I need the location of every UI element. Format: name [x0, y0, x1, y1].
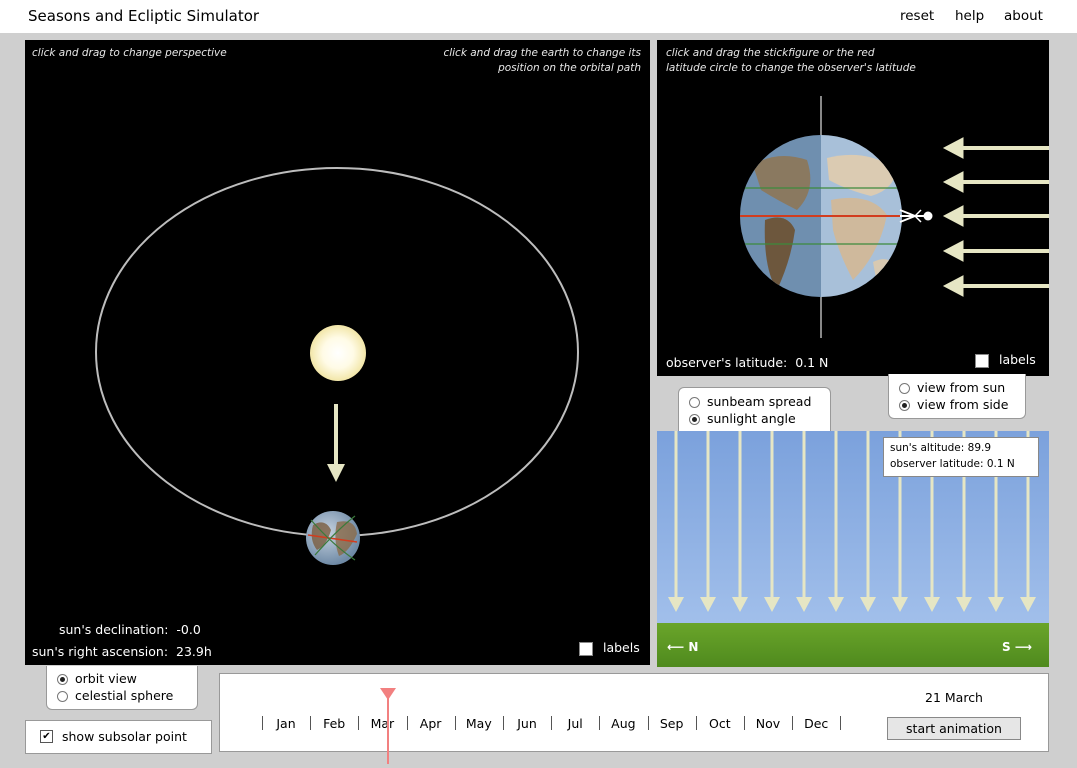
sunlight-angle-panel: sun's altitude: 89.9 observer latitude: … — [657, 431, 1049, 667]
month-timeline[interactable]: Jan Feb Mar Apr May Jun Jul Aug Sep Oct Nov Dec — [220, 674, 1050, 753]
sunbeam-arrowhead — [988, 597, 1004, 612]
orbit-view-radio[interactable] — [57, 674, 68, 685]
orbit-labels-checkbox[interactable] — [579, 641, 593, 656]
perspective-options: orbit view celestial sphere — [46, 666, 198, 710]
month-label-jan[interactable]: Jan — [266, 716, 306, 731]
month-tick — [695, 716, 697, 730]
earth-on-orbit — [306, 511, 360, 565]
reset-link[interactable]: reset — [900, 8, 934, 24]
month-label-sep[interactable]: Sep — [652, 716, 692, 731]
sunbeam-arrowhead — [860, 597, 876, 612]
month-tick — [599, 716, 601, 730]
observer-stickfigure — [899, 209, 933, 223]
sunbeam-arrowhead — [924, 597, 940, 612]
month-tick — [454, 716, 456, 730]
month-tick — [262, 716, 263, 730]
sun-declination-value: -0.0 — [176, 622, 201, 637]
sunlight-options: sunbeam spread sunlight angle — [678, 387, 831, 432]
sun-declination-readout: sun's declination: -0.0 — [59, 622, 201, 637]
month-tick — [744, 716, 745, 730]
view-from-side-option[interactable]: view from side — [889, 396, 1025, 413]
month-tick — [647, 716, 649, 730]
help-link[interactable]: help — [955, 8, 984, 24]
left-arrow-icon: ⟵ — [667, 640, 685, 654]
month-label-feb[interactable]: Feb — [314, 716, 354, 731]
timeline-panel: Jan Feb Mar Apr May Jun Jul Aug Sep Oct Nov Dec 21 … — [219, 673, 1050, 764]
sun-right-ascension-value: 23.9h — [176, 644, 212, 659]
sunbeam-arrowhead — [892, 597, 908, 612]
sun-altitude-text: sun's altitude: 89.9 — [890, 442, 992, 454]
north-direction-label: ⟵ N — [667, 640, 699, 654]
observer-latitude-value: 0.1 N — [795, 355, 829, 370]
view-from-sun-option[interactable]: view from sun — [889, 379, 1025, 396]
show-subsolar-point-checkbox[interactable]: ✔ — [40, 730, 53, 743]
sun-altitude-readout: sun's altitude: 89.9 observer latitude: … — [883, 437, 1039, 477]
month-label-dec[interactable]: Dec — [796, 716, 836, 731]
current-date: 21 March — [925, 690, 983, 705]
orbit-view-option[interactable]: orbit view — [47, 670, 197, 687]
south-direction-label: S ⟶ — [1002, 640, 1033, 654]
month-label-jun[interactable]: Jun — [507, 716, 547, 731]
earth-panel[interactable]: click and drag the stickfigure or the re… — [657, 40, 1049, 376]
month-tick — [503, 716, 504, 730]
app-title: Seasons and Ecliptic Simulator — [28, 7, 260, 25]
sunbeam-spread-radio[interactable] — [689, 397, 700, 408]
right-arrow-icon: ⟶ — [1014, 640, 1033, 654]
month-tick — [358, 716, 360, 730]
incoming-sunlight-arrows — [942, 137, 1049, 297]
month-tick — [310, 716, 312, 730]
month-tick — [551, 716, 553, 730]
month-tick — [840, 716, 842, 730]
date-slider-marker[interactable] — [377, 686, 399, 768]
sun-right-ascension-readout: sun's right ascension: 23.9h — [32, 644, 212, 659]
start-animation-button[interactable]: start animation — [887, 717, 1021, 740]
month-label-apr[interactable]: Apr — [411, 716, 451, 731]
earth-sunlight-diagram[interactable] — [657, 40, 1049, 376]
sunbeam-arrowhead — [956, 597, 972, 612]
show-subsolar-point-toggle[interactable]: ✔ show subsolar point — [25, 720, 212, 754]
about-link[interactable]: about — [1004, 8, 1043, 24]
earth-labels-checkbox[interactable] — [975, 353, 989, 368]
month-tick — [406, 716, 408, 730]
sunbeam-arrowhead — [828, 597, 844, 612]
month-label-oct[interactable]: Oct — [700, 716, 740, 731]
sunbeam-arrowhead — [668, 597, 684, 612]
ground — [657, 623, 1049, 667]
observer-latitude-text: observer latitude: 0.1 N — [890, 458, 1015, 470]
sunlight-angle-option[interactable]: sunlight angle — [679, 410, 830, 427]
sun — [310, 325, 366, 381]
month-label-aug[interactable]: Aug — [603, 716, 643, 731]
sunbeam-arrowhead — [764, 597, 780, 612]
view-options: view from sun view from side — [888, 374, 1026, 419]
month-label-may[interactable]: May — [459, 716, 499, 731]
view-from-sun-radio[interactable] — [899, 383, 910, 394]
celestial-sphere-radio[interactable] — [57, 691, 68, 702]
view-from-side-radio[interactable] — [899, 400, 910, 411]
orbit-panel[interactable]: click and drag to change perspective cli… — [25, 40, 650, 665]
month-label-nov[interactable]: Nov — [748, 716, 788, 731]
orbit-diagram[interactable] — [25, 40, 650, 665]
earth-globe — [740, 135, 902, 297]
sunbeam-arrowhead — [796, 597, 812, 612]
sunbeam-arrowhead — [1020, 597, 1036, 612]
sunbeam-arrowhead — [700, 597, 716, 612]
title-bar: Seasons and Ecliptic Simulator reset hel… — [0, 0, 1077, 33]
earth-labels-toggle[interactable]: labels — [975, 352, 1036, 368]
sunlight-angle-radio[interactable] — [689, 414, 700, 425]
month-label-jul[interactable]: Jul — [555, 716, 595, 731]
sunlight-direction-arrow — [327, 404, 345, 482]
observer-latitude-readout: observer's latitude: 0.1 N — [666, 355, 829, 370]
orbit-labels-toggle[interactable]: labels — [579, 640, 640, 656]
celestial-sphere-option[interactable]: celestial sphere — [47, 687, 197, 704]
sunbeam-spread-option[interactable]: sunbeam spread — [679, 393, 830, 410]
month-tick — [792, 716, 794, 730]
sunbeam-arrowhead — [732, 597, 748, 612]
